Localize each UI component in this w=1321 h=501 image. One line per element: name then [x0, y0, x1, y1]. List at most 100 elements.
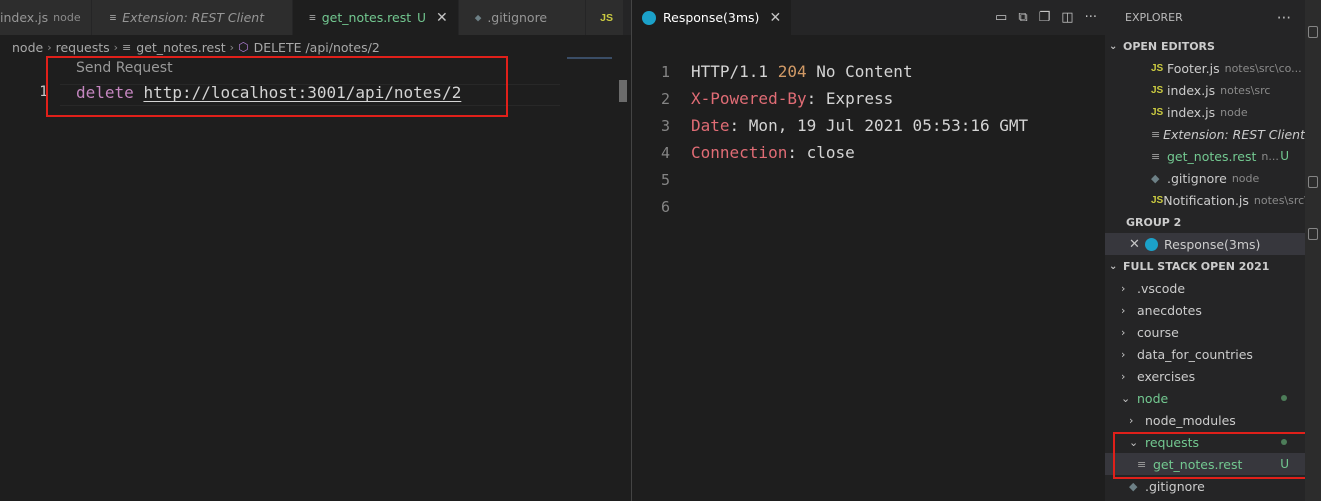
response-line[interactable]: 4 Connection: close [632, 139, 1105, 166]
gitignore-diamond-icon: ◆ [474, 11, 482, 24]
response-text: No Content [806, 62, 913, 81]
tab-index-js[interactable]: index.js node [0, 0, 92, 35]
more-actions-icon[interactable]: ··· [1277, 9, 1291, 27]
file-lines-icon: ≡ [309, 11, 316, 24]
response-line[interactable]: 1 HTTP/1.1 204 No Content [632, 58, 1105, 85]
response-line[interactable]: 3 Date: Mon, 19 Jul 2021 05:53:16 GMT [632, 112, 1105, 139]
row-label: .vscode [1137, 280, 1186, 296]
row-label: anecdotes [1137, 302, 1202, 318]
chevron-down-icon: ⌄ [1109, 40, 1118, 52]
rest-client-response-icon [642, 10, 656, 25]
gitignore-diamond-icon: ◆ [1129, 479, 1138, 493]
tab-description: node [53, 11, 81, 24]
js-file-icon: JS [1151, 106, 1164, 118]
row-description: node [1220, 105, 1248, 119]
response-line[interactable]: 2 X-Powered-By: Express [632, 85, 1105, 112]
row-description: notes\src\... [1253, 193, 1305, 207]
close-icon[interactable]: ✕ [769, 10, 781, 26]
file-lines-icon: ≡ [1151, 127, 1161, 141]
open-editor-item[interactable]: JSNotification.js notes\src\... [1105, 189, 1305, 211]
tab-label: Response(3ms) [663, 10, 760, 25]
chevron-right-icon: › [1121, 325, 1126, 339]
row-description: n... [1261, 149, 1279, 163]
tree-folder[interactable]: › exercises [1105, 365, 1305, 387]
open-editor-item[interactable]: JS index.js node [1105, 101, 1305, 123]
untracked-badge: U [417, 10, 426, 25]
row-label: get_notes.rest [1167, 148, 1257, 164]
close-icon[interactable]: ✕ [436, 10, 448, 26]
tree-folder[interactable]: › course [1105, 321, 1305, 343]
page-icon[interactable] [1308, 228, 1318, 240]
requests-highlight-box [1113, 432, 1309, 479]
left-tab-bar: index.js node ≡ Extension: REST Client ≡… [0, 0, 651, 35]
file-lines-icon: ≡ [1151, 149, 1161, 163]
explorer-title: EXPLORER [1125, 11, 1183, 24]
js-file-icon: JS [600, 11, 613, 24]
tree-folder[interactable]: › .vscode [1105, 277, 1305, 299]
tree-folder[interactable]: › anecdotes [1105, 299, 1305, 321]
response-body: 1 HTTP/1.1 204 No Content 2 X-Powered-By: E… [632, 58, 1105, 220]
chevron-right-icon: › [1121, 303, 1126, 317]
more-actions-icon[interactable]: ··· [1085, 10, 1097, 25]
preview-lines-icon: ≡ [109, 11, 117, 24]
js-file-icon: JS [1151, 194, 1164, 206]
tab-label: .gitignore [487, 10, 548, 25]
copy-icon[interactable]: ❐ [1039, 10, 1051, 25]
rest-client-response-icon [1145, 237, 1158, 251]
chevron-down-icon: ⌄ [1109, 260, 1118, 272]
row-label: exercises [1137, 368, 1196, 384]
close-icon[interactable]: ✕ [1129, 237, 1145, 252]
breadcrumb: node › requests › ≡ get_notes.rest › ⬡ D… [12, 37, 380, 57]
line-number: 4 [660, 143, 670, 162]
breadcrumb-requests[interactable]: requests [56, 40, 110, 55]
header-name: Connection [691, 143, 788, 162]
row-label: index.js [1167, 82, 1216, 98]
open-editor-item[interactable]: ◆ .gitignore node [1105, 167, 1305, 189]
overview-ruler-slider[interactable] [619, 80, 627, 102]
editor-actions: ▭ ⧉ ❐ ◫ ··· [995, 0, 1097, 35]
split-editor-icon[interactable]: ◫ [1061, 10, 1073, 25]
row-label: course [1137, 324, 1179, 340]
tab-label: index.js [0, 10, 49, 25]
tab-label: Extension: REST Client [122, 10, 265, 25]
line-number: 1 [660, 62, 670, 81]
open-editor-item[interactable]: JS index.js notes\src [1105, 79, 1305, 101]
save-body-icon[interactable]: ⧉ [1018, 10, 1027, 25]
tab-extension-rest-client[interactable]: ≡ Extension: REST Client [91, 0, 294, 35]
tree-folder[interactable]: › node_modules [1105, 409, 1305, 431]
explorer-sidebar: EXPLORER ··· ⌄ OPEN EDITORS JS Footer.js n… [1105, 0, 1305, 501]
breadcrumb-file[interactable]: get_notes.rest [136, 40, 225, 55]
row-label: Notification.js [1163, 192, 1249, 208]
tab-label: get_notes.rest [321, 10, 412, 25]
row-label: index.js [1167, 104, 1216, 120]
open-editors-section[interactable]: ⌄ OPEN EDITORS [1105, 35, 1305, 57]
page-icon[interactable] [1308, 176, 1318, 188]
project-section[interactable]: ⌄ FULL STACK OPEN 2021 [1105, 255, 1305, 277]
row-label: .gitignore [1145, 478, 1205, 494]
tree-folder[interactable]: ⌄ node [1105, 387, 1305, 409]
page-icon[interactable] [1308, 26, 1318, 38]
breadcrumb-node[interactable]: node [12, 40, 43, 55]
tab-gitignore[interactable]: ◆ .gitignore [458, 0, 587, 35]
open-editor-item[interactable]: JS Footer.js notes\src\co... [1105, 57, 1305, 79]
row-description: notes\src [1220, 83, 1271, 97]
open-editor-response[interactable]: ✕ Response(3ms) [1105, 233, 1305, 255]
row-description: node [1231, 171, 1260, 185]
modified-dot [1281, 395, 1287, 401]
open-editor-item[interactable]: ≡ get_notes.rest n... U [1105, 145, 1305, 167]
header-name: X-Powered-By [691, 89, 807, 108]
tab-get-notes-rest[interactable]: ≡ get_notes.rest U ✕ [293, 0, 459, 35]
chevron-right-icon: › [47, 40, 52, 54]
save-response-icon[interactable]: ▭ [995, 10, 1007, 25]
breadcrumb-symbol[interactable]: DELETE /api/notes/2 [254, 40, 380, 55]
line-number: 1 [39, 84, 48, 100]
row-label: Extension: REST Client [1163, 126, 1305, 142]
chevron-right-icon: › [1129, 413, 1134, 427]
tree-folder[interactable]: › data_for_countries [1105, 343, 1305, 365]
open-editor-item[interactable]: ≡ Extension: REST Client [1105, 123, 1305, 145]
response-line[interactable]: 5 [632, 166, 1105, 193]
response-line[interactable]: 6 [632, 193, 1105, 220]
tab-response[interactable]: Response(3ms) ✕ [632, 0, 793, 35]
tab-js-file[interactable]: JS [586, 0, 624, 35]
js-file-icon: JS [1151, 62, 1164, 74]
